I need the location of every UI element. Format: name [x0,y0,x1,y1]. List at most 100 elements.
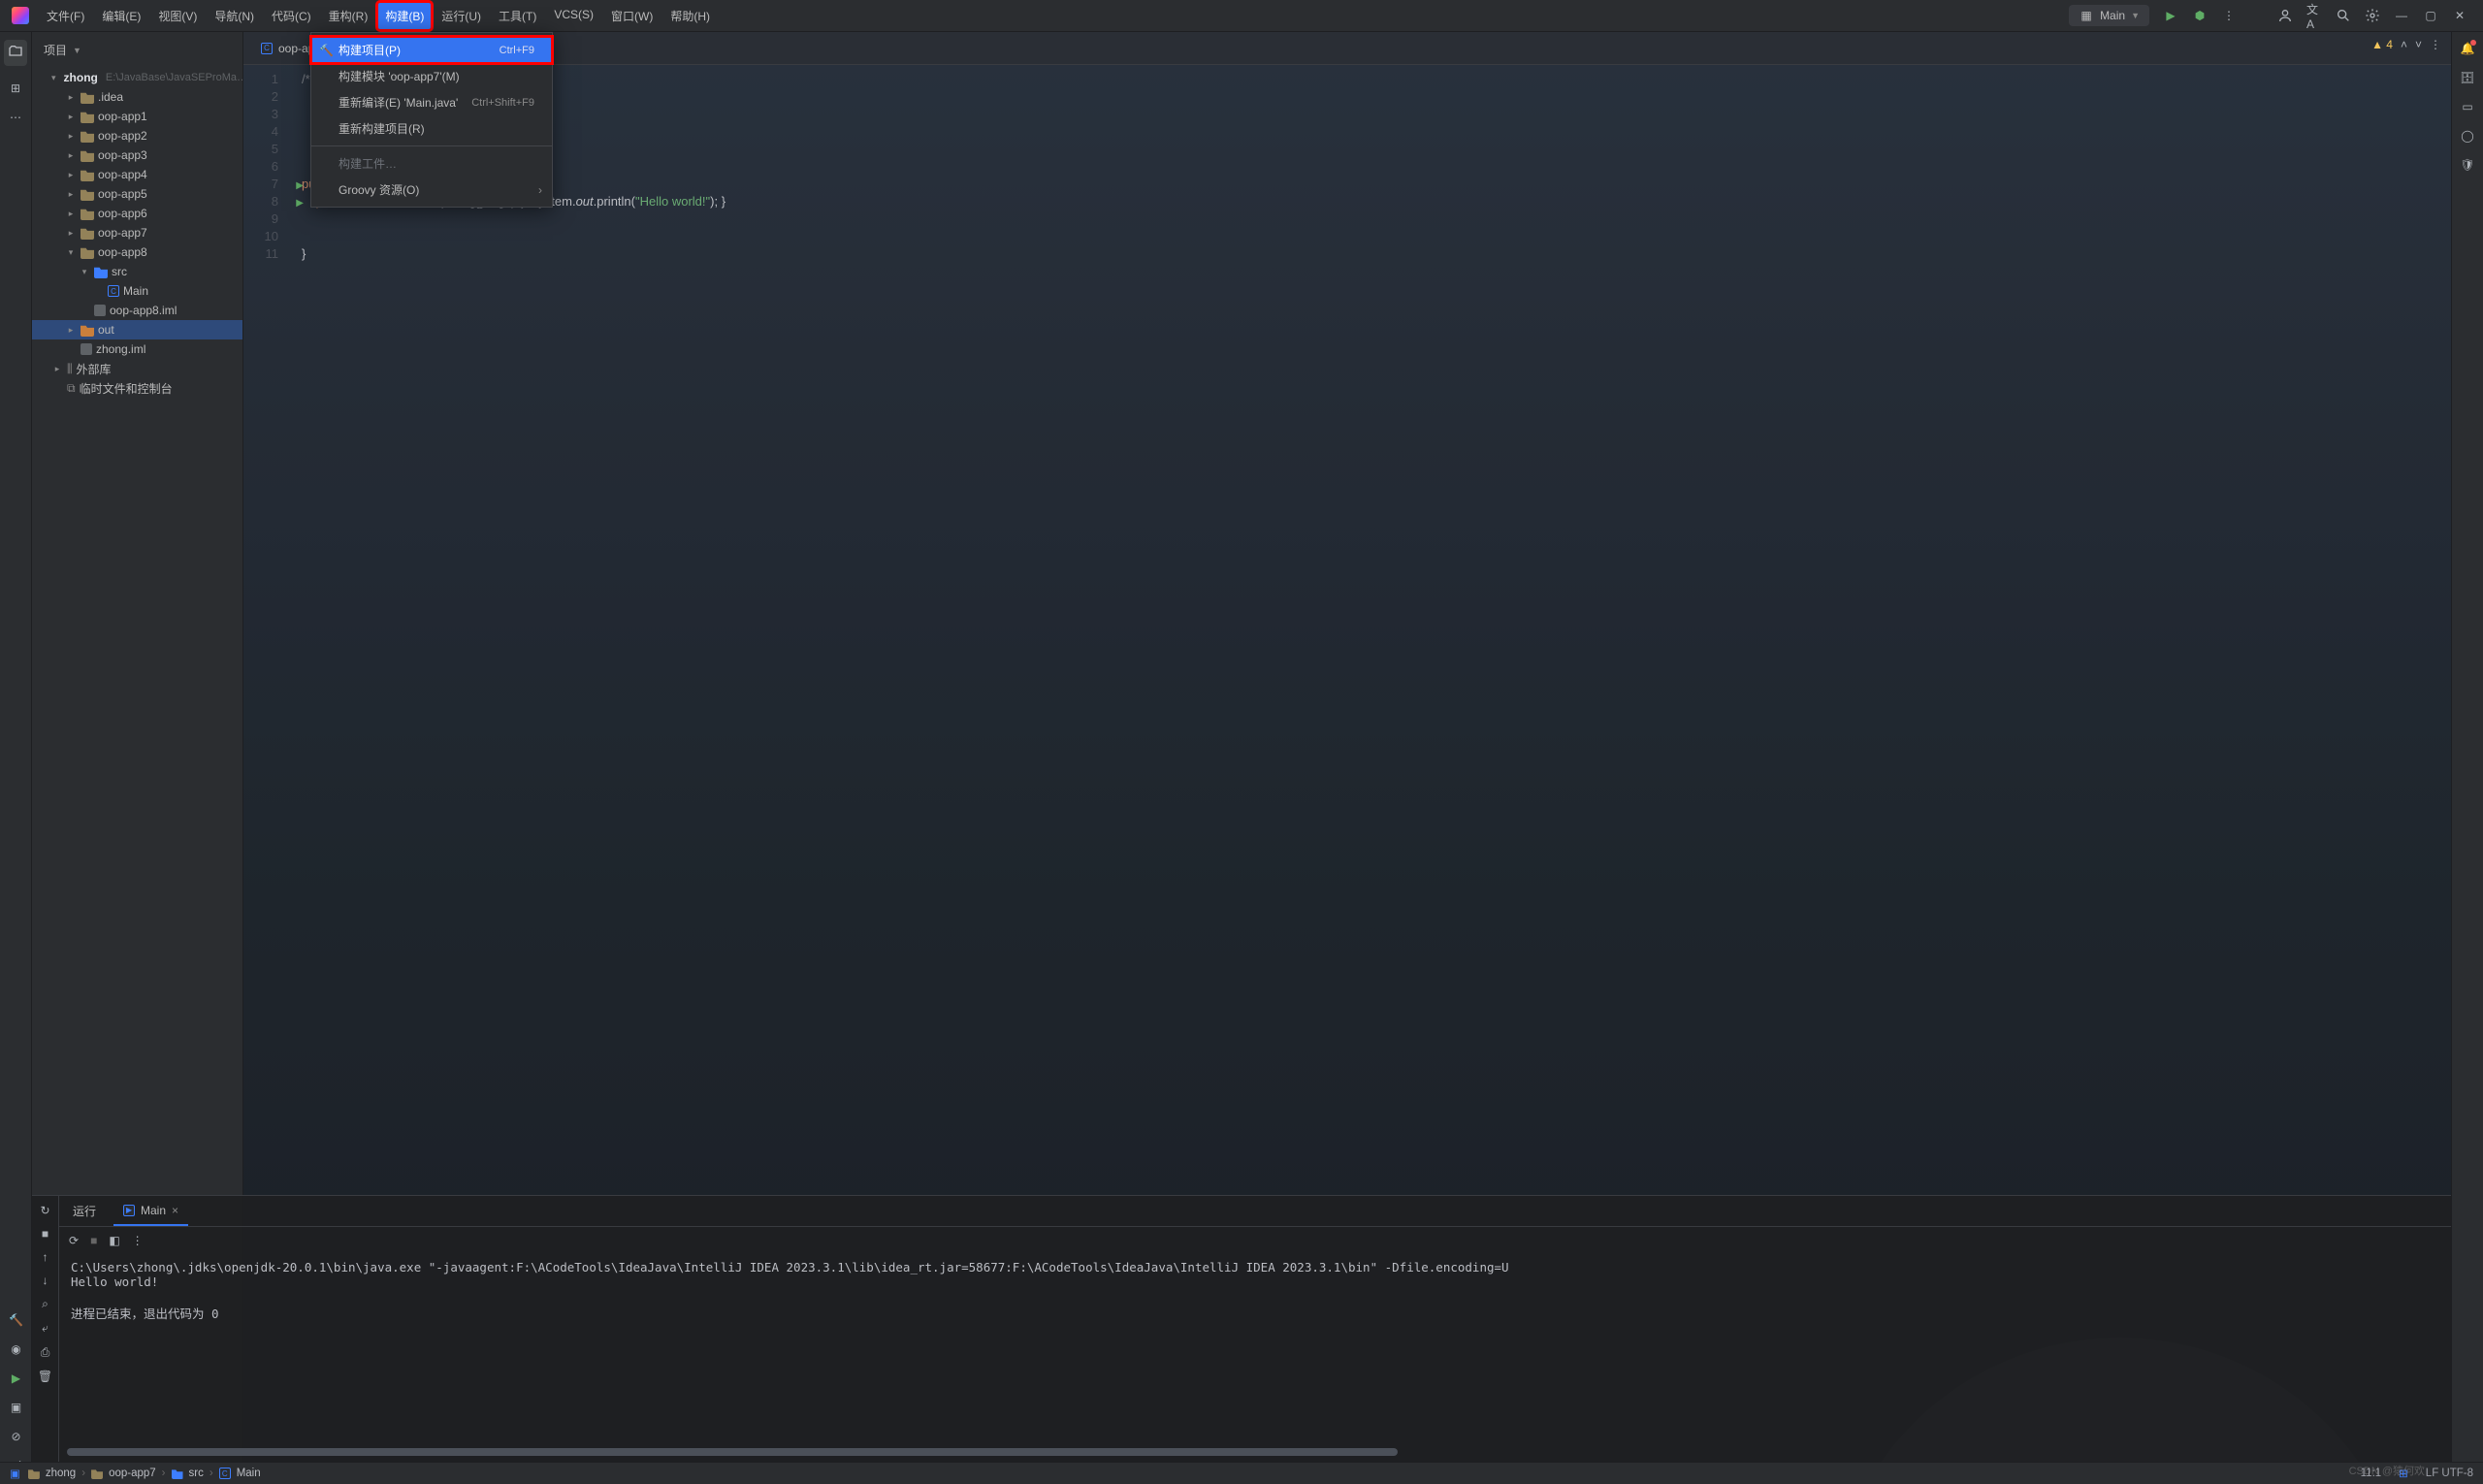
more-tool-icon[interactable]: ⋯ [10,111,21,124]
tree-node[interactable]: ▸oop-app5 [32,184,242,204]
tree-node[interactable]: ▸oop-app7 [32,223,242,242]
menu-代码(C)[interactable]: 代码(C) [264,2,319,30]
tree-node[interactable]: ▸oop-app3 [32,145,242,165]
menu-窗口(W)[interactable]: 窗口(W) [603,2,661,30]
menu-帮助(H)[interactable]: 帮助(H) [662,2,718,30]
trash-icon[interactable]: 🗑 [38,1370,52,1383]
tree-node[interactable]: CMain [32,281,242,301]
notifications-icon[interactable]: 🔔 [2461,42,2475,55]
tree-node[interactable]: ▸oop-app2 [32,126,242,145]
tree-node[interactable]: ▸oop-app4 [32,165,242,184]
shield-icon[interactable]: 🛡 [2460,158,2474,172]
menu-items: 文件(F)编辑(E)视图(V)导航(N)代码(C)重构(R)构建(B)运行(U)… [39,2,718,30]
menu-文件(F)[interactable]: 文件(F) [39,2,92,30]
translate-icon[interactable]: 文A [2306,8,2322,23]
console-output[interactable]: C:\Users\zhong\.jdks\openjdk-20.0.1\bin\… [59,1254,2451,1448]
more-icon[interactable]: ⋮ [2221,8,2237,23]
chevron-down-icon: ▼ [2131,11,2140,20]
tree-node[interactable]: ▸oop-app6 [32,204,242,223]
terminal-tool-icon[interactable]: ▣ [11,1401,21,1414]
run-config-name: Main [2100,9,2125,22]
print-icon[interactable]: ⎙ [41,1345,50,1360]
coverage-icon[interactable]: ◯ [2461,129,2473,143]
menu-item[interactable]: 重新编译(E) 'Main.java'Ctrl+Shift+F9 [311,89,552,115]
project-panel-title: 项目 [44,42,67,58]
horizontal-scrollbar[interactable] [67,1448,2443,1458]
run-panel: ↻ ■ ↑ ↓ ⌕ ⤶ ⎙ 🗑 运行 ▶ Main × ⟳ ■ ◧ ⋮ C:\U… [32,1195,2451,1462]
wrap-icon[interactable]: ⤶ [42,1321,48,1336]
java-class-icon: C [261,43,273,54]
grid-icon: ▦ [2079,8,2094,23]
menu-编辑(E)[interactable]: 编辑(E) [94,2,148,30]
encoding[interactable]: LF UTF-8 [2426,1468,2473,1479]
build-tool-icon[interactable]: 🔨 [9,1313,23,1327]
run-icon[interactable]: ▶ [2163,8,2178,23]
console-more-icon[interactable]: ⋮ [132,1234,144,1247]
nav-down-icon[interactable]: ˅ [2415,38,2422,51]
warning-indicator[interactable]: ▲ 4 [2371,38,2393,51]
editor-tab-label: oop-ap [278,42,314,55]
close-icon[interactable]: ✕ [2452,8,2467,23]
tree-node[interactable]: ▸.idea [32,87,242,107]
debug-icon[interactable]: ⬢ [2192,8,2208,23]
tree-node[interactable]: oop-app8.iml [32,301,242,320]
structure-tool-icon[interactable]: ⊞ [11,81,20,95]
nav-up-icon[interactable]: ˄ [2401,38,2407,51]
menu-item[interactable]: 重新构建项目(R) [311,115,552,142]
filter-icon[interactable]: ⌕ [42,1297,48,1311]
menu-item[interactable]: 构建模块 'oop-app7'(M) [311,63,552,89]
stop-icon[interactable]: ■ [42,1227,48,1241]
status-bar: ▣ zhong›oop-app7›src›CMain 11:1 ⊞ LF UTF… [0,1462,2483,1484]
editor-more-icon[interactable]: ⋮ [2430,38,2441,51]
run-config-selector[interactable]: ▦ Main ▼ [2069,5,2149,26]
services-tool-icon[interactable]: ◉ [11,1342,20,1356]
rerun-icon[interactable]: ↻ [40,1204,49,1217]
run-tool-icon[interactable]: ▶ [12,1371,20,1385]
console-rerun-icon[interactable]: ⟳ [69,1234,79,1247]
left-tool-strip: ⊞ ⋯ [0,32,32,1484]
menu-视图(V)[interactable]: 视图(V) [150,2,205,30]
down-icon[interactable]: ↓ [43,1274,48,1287]
menu-item: 构建工件… [311,150,552,177]
menu-item[interactable]: 🔨构建项目(P)Ctrl+F9 [311,37,552,63]
maximize-icon[interactable]: ▢ [2423,8,2438,23]
tree-node[interactable]: ▾src [32,262,242,281]
breadcrumb[interactable]: zhong›oop-app7›src›CMain [28,1468,261,1479]
run-tab-run[interactable]: 运行 [73,1203,96,1219]
menu-重构(R)[interactable]: 重构(R) [321,2,376,30]
tree-node[interactable]: zhong.iml [32,339,242,359]
run-tab-main[interactable]: ▶ Main × [113,1197,188,1226]
close-tab-icon[interactable]: × [172,1204,178,1217]
console-layout-icon[interactable]: ◧ [109,1234,119,1247]
build-menu-dropdown: 🔨构建项目(P)Ctrl+F9构建模块 'oop-app7'(M)重新编译(E)… [310,32,553,208]
menu-item[interactable]: Groovy 资源(O) [311,177,552,203]
menu-导航(N)[interactable]: 导航(N) [207,2,262,30]
account-icon[interactable] [2277,8,2293,23]
menubar: 文件(F)编辑(E)视图(V)导航(N)代码(C)重构(R)构建(B)运行(U)… [0,0,2483,32]
tree-node[interactable]: ▸out [32,320,242,339]
tree-node[interactable]: ▾zhongE:\JavaBase\JavaSEProMa… [32,68,242,87]
maven-icon[interactable]: ▭ [2462,100,2472,113]
project-tool-icon[interactable] [4,40,27,66]
menu-构建(B)[interactable]: 构建(B) [377,2,432,30]
problems-tool-icon[interactable]: ⊘ [11,1430,20,1443]
idea-logo-icon [12,7,29,24]
search-icon[interactable] [2336,8,2351,23]
chevron-down-icon[interactable]: ▼ [73,46,81,55]
console-stop-icon[interactable]: ■ [90,1234,97,1247]
settings-icon[interactable] [2365,8,2380,23]
menu-VCS(S)[interactable]: VCS(S) [546,2,601,30]
java-class-icon: ▶ [123,1205,135,1216]
tree-node[interactable]: ▾oop-app8 [32,242,242,262]
menu-工具(T)[interactable]: 工具(T) [491,2,544,30]
tree-node[interactable]: ▸⫼外部库 [32,359,242,378]
menu-运行(U)[interactable]: 运行(U) [434,2,489,30]
module-icon: ▣ [10,1467,20,1480]
right-tool-strip: 🔔 🗄 ▭ ◯ 🛡 [2451,32,2483,1484]
up-icon[interactable]: ↑ [43,1250,48,1264]
tree-node[interactable]: ⧉临时文件和控制台 [32,378,242,398]
minimize-icon[interactable]: — [2394,8,2409,23]
database-icon[interactable]: 🗄 [2460,71,2474,84]
watermark: CSDN @猿何欢 [2349,1463,2425,1478]
tree-node[interactable]: ▸oop-app1 [32,107,242,126]
